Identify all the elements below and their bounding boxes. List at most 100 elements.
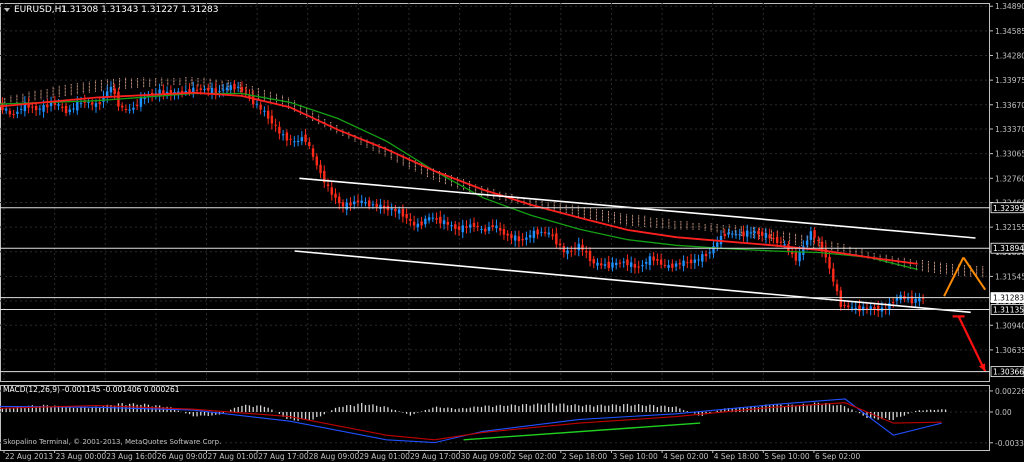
cloud-dot [64, 90, 66, 92]
cloud-dot [716, 228, 718, 230]
candle-body [906, 298, 910, 300]
cloud-dot [76, 83, 78, 85]
cloud-dot [22, 98, 24, 100]
cloud-dot [674, 225, 676, 227]
cloud-dot [813, 243, 815, 246]
cloud-dot [70, 92, 72, 94]
cloud-dot [976, 265, 978, 267]
cloud-dot [185, 77, 187, 79]
cloud-dot [722, 227, 724, 229]
candle-body [135, 104, 139, 106]
cloud-dot [10, 99, 12, 101]
cloud-dot [698, 226, 700, 228]
cloud-dot [704, 229, 706, 231]
ohlc-label: 1.31308 1.31343 1.31227 1.31283 [61, 5, 218, 15]
cloud-dot [384, 151, 386, 153]
cloud-dot [432, 177, 434, 179]
cloud-dot [269, 93, 271, 95]
cloud-dot [505, 194, 507, 196]
cloud-dot [312, 111, 314, 113]
cloud-dot [958, 270, 960, 272]
cloud-dot [607, 219, 610, 221]
candle-body [798, 252, 801, 262]
cloud-dot [306, 116, 308, 119]
cloud-dot [149, 81, 151, 83]
candle-body [873, 306, 876, 309]
cloud-dot [463, 183, 465, 185]
time-tick-label: 2 Sep 02:00 [511, 452, 557, 461]
cloud-dot [173, 83, 175, 86]
candle-body [731, 233, 734, 235]
time-tick-label: 4 Sep 02:00 [663, 452, 709, 461]
cloud-dot [921, 265, 923, 268]
cloud-dot [885, 254, 887, 256]
cloud-dot [191, 81, 193, 83]
candle-body [109, 86, 113, 93]
cloud-dot [716, 231, 718, 233]
cloud-dot [263, 95, 265, 97]
cloud-dot [686, 228, 688, 230]
cloud-dot [118, 78, 121, 80]
candle-body [656, 259, 659, 261]
cloud-dot [644, 224, 646, 226]
cloud-dot [499, 197, 501, 199]
copyright-label: Skopalino Terminal, © 2001-2013, MetaQuo… [3, 438, 221, 446]
cloud-dot [945, 271, 948, 274]
cloud-dot [40, 94, 42, 96]
cloud-dot [662, 225, 664, 227]
macd-indicator-label: MACD(12,26,9) [3, 385, 60, 394]
candle-body [775, 236, 779, 243]
cloud-dot [952, 269, 954, 271]
cloud-dot [535, 201, 537, 203]
cloud-dot [680, 228, 682, 230]
cloud-dot [861, 252, 863, 254]
cloud-dot [728, 227, 730, 229]
cloud-dot [770, 236, 773, 238]
cloud-dot [155, 79, 157, 81]
price-tick-label: 1.33370 [995, 125, 1024, 134]
cloud-dot [414, 170, 416, 172]
candle-body [813, 230, 816, 238]
cloud-dot [336, 130, 338, 132]
cloud-dot [336, 125, 338, 127]
cloud-dot [384, 155, 386, 157]
cloud-dot [137, 83, 139, 85]
cloud-dot [620, 219, 622, 221]
candle-body [439, 216, 442, 224]
cloud-dot [650, 220, 652, 222]
cloud-dot [692, 228, 694, 230]
cloud-dot [384, 153, 386, 156]
cloud-dot [155, 83, 157, 85]
cloud-dot [589, 210, 591, 212]
cloud-dot [589, 218, 591, 220]
candle-body [772, 238, 775, 240]
price-level-label: 1.31894 [993, 244, 1024, 253]
candle-body [68, 109, 71, 113]
candle-body [427, 217, 431, 221]
cloud-dot [716, 229, 718, 232]
cloud-dot [167, 78, 169, 80]
cloud-dot [372, 145, 374, 147]
cloud-dot [402, 161, 404, 163]
cloud-dot [952, 265, 954, 267]
cloud-dot [378, 152, 380, 154]
cloud-dot [191, 83, 193, 85]
candle-body [371, 204, 375, 206]
cloud-dot [722, 226, 724, 228]
cloud-dot [770, 232, 773, 234]
cloud-dot [16, 97, 18, 99]
cloud-dot [125, 84, 127, 86]
candle-body [850, 307, 854, 309]
time-axis[interactable]: 22 Aug 2013 23 Aug 00:00 23 Aug 16:00 26 Au… [0, 450, 990, 461]
cloud-dot [257, 87, 259, 90]
candle-body [446, 221, 449, 225]
cloud-dot [197, 79, 199, 81]
candle-body [805, 240, 809, 245]
cloud-dot [819, 242, 821, 244]
candle-body [839, 290, 842, 307]
cloud-dot [390, 152, 392, 154]
cloud-dot [529, 205, 531, 207]
cloud-dot [595, 211, 597, 214]
cloud-dot [378, 143, 380, 145]
cloud-dot [275, 95, 278, 97]
